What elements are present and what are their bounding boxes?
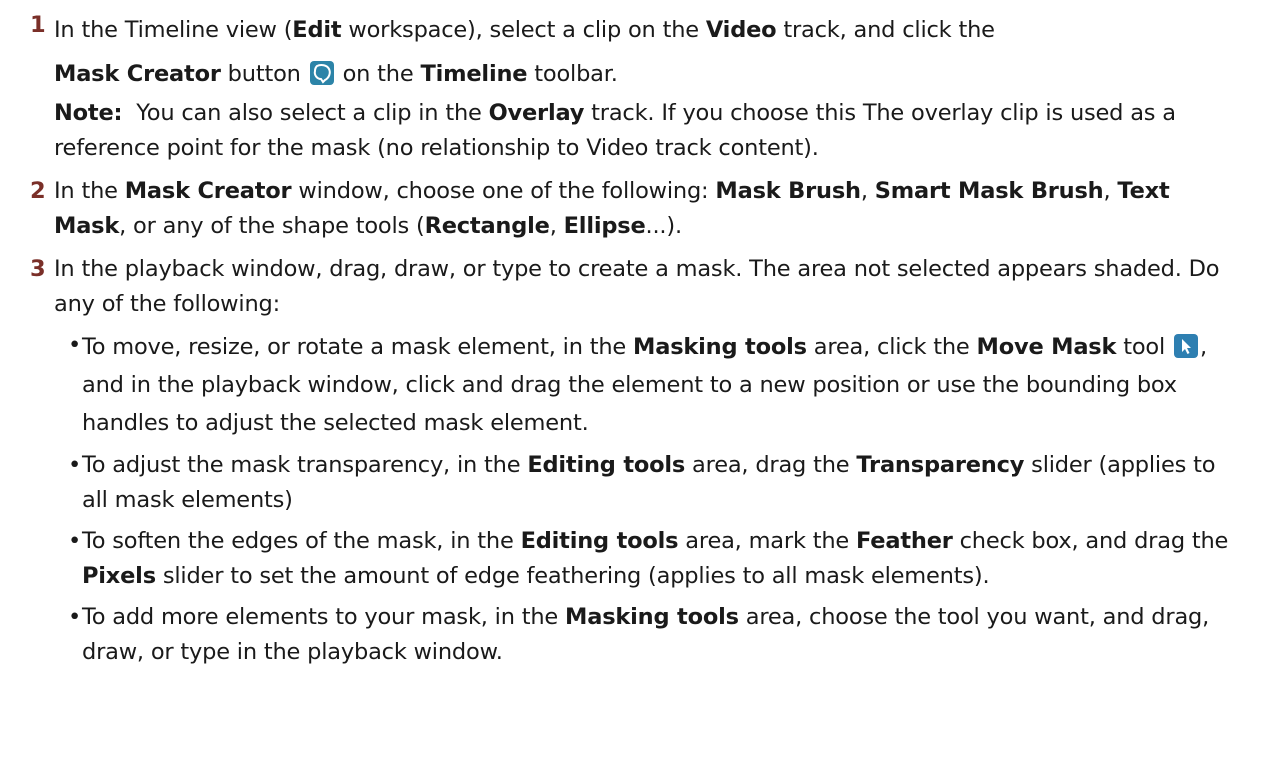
- text: You can also select a clip in the: [122, 100, 489, 126]
- mask-creator-icon: [309, 61, 334, 85]
- bullet-list: • To move, resize, or rotate a mask elem…: [54, 328, 1233, 670]
- bold-term: Ellipse: [563, 213, 646, 239]
- text: ,: [1103, 178, 1118, 204]
- list-item-text: To adjust the mask transparency, in the …: [82, 448, 1233, 518]
- text: slider to set the amount of edge feather…: [155, 563, 990, 589]
- text: , or any of the shape tools (: [119, 213, 425, 239]
- list-item: • To move, resize, or rotate a mask elem…: [66, 328, 1233, 442]
- step-3: 3 In the playback window, drag, draw, or…: [30, 252, 1233, 670]
- bold-term: Mask Creator: [124, 178, 292, 204]
- text: ,: [549, 213, 564, 239]
- bullet-dot: •: [68, 528, 82, 554]
- document: 1 In the Timeline view (Edit workspace),…: [0, 0, 1261, 775]
- text: To add more elements to your mask, in th…: [82, 604, 566, 630]
- bold-term: Overlay: [488, 100, 585, 126]
- text: toolbar.: [527, 61, 618, 87]
- text: window, choose one of the following:: [291, 178, 716, 204]
- step-number: 2: [30, 178, 46, 204]
- list-item: • To adjust the mask transparency, in th…: [66, 448, 1233, 518]
- bold-term: Masking tools: [565, 604, 739, 630]
- list-item: • To add more elements to your mask, in …: [66, 600, 1233, 670]
- text: ...).: [645, 213, 683, 239]
- list-item: • To soften the edges of the mask, in th…: [66, 524, 1233, 594]
- bold-term: Feather: [856, 528, 953, 554]
- bold-term: Masking tools: [633, 334, 807, 360]
- step-text: In the Mask Creator window, choose one o…: [54, 174, 1233, 244]
- text: track, and click the: [776, 17, 995, 43]
- bold-term: Video: [705, 17, 777, 43]
- step-text: In the Timeline view (Edit workspace), s…: [54, 8, 1233, 96]
- bold-term: Rectangle: [424, 213, 550, 239]
- bold-term: Transparency: [856, 452, 1025, 478]
- move-mask-icon: [1174, 334, 1198, 358]
- step-number: 3: [30, 256, 46, 282]
- bullet-dot: •: [68, 452, 82, 478]
- note: Note: You can also select a clip in the …: [54, 96, 1233, 166]
- step-1: 1 In the Timeline view (Edit workspace),…: [30, 8, 1233, 166]
- text: In the Timeline view (: [54, 17, 293, 43]
- step-2: 2 In the Mask Creator window, choose one…: [30, 174, 1233, 244]
- text: ,: [860, 178, 875, 204]
- text: area, drag the: [685, 452, 857, 478]
- text: area, mark the: [678, 528, 857, 554]
- step-number: 1: [30, 12, 46, 38]
- text: To move, resize, or rotate a mask elemen…: [82, 334, 634, 360]
- text: area, click the: [806, 334, 977, 360]
- bullet-dot: •: [68, 604, 82, 630]
- text: button: [220, 61, 308, 87]
- bold-term: Smart Mask Brush: [874, 178, 1104, 204]
- text: check box, and drag the: [952, 528, 1229, 554]
- list-item-text: To soften the edges of the mask, in the …: [82, 524, 1233, 594]
- text: To soften the edges of the mask, in the: [82, 528, 521, 554]
- text: workspace), select a clip on the: [341, 17, 706, 43]
- list-item-text: To add more elements to your mask, in th…: [82, 600, 1233, 670]
- bold-term: Editing tools: [527, 452, 686, 478]
- bold-term: Edit: [292, 17, 342, 43]
- text: In the: [54, 178, 125, 204]
- bold-term: Editing tools: [520, 528, 679, 554]
- bold-term: Pixels: [82, 563, 156, 589]
- bold-term: Mask Creator: [54, 61, 221, 87]
- text: tool: [1116, 334, 1172, 360]
- bullet-dot: •: [68, 332, 82, 358]
- bold-term: Timeline: [420, 61, 528, 87]
- text: on the: [335, 61, 421, 87]
- step-text: In the playback window, drag, draw, or t…: [54, 256, 1220, 317]
- note-label: Note:: [54, 100, 123, 126]
- bold-term: Mask Brush: [715, 178, 861, 204]
- list-item-text: To move, resize, or rotate a mask elemen…: [82, 328, 1233, 442]
- text: To adjust the mask transparency, in the: [82, 452, 528, 478]
- bold-term: Move Mask: [976, 334, 1117, 360]
